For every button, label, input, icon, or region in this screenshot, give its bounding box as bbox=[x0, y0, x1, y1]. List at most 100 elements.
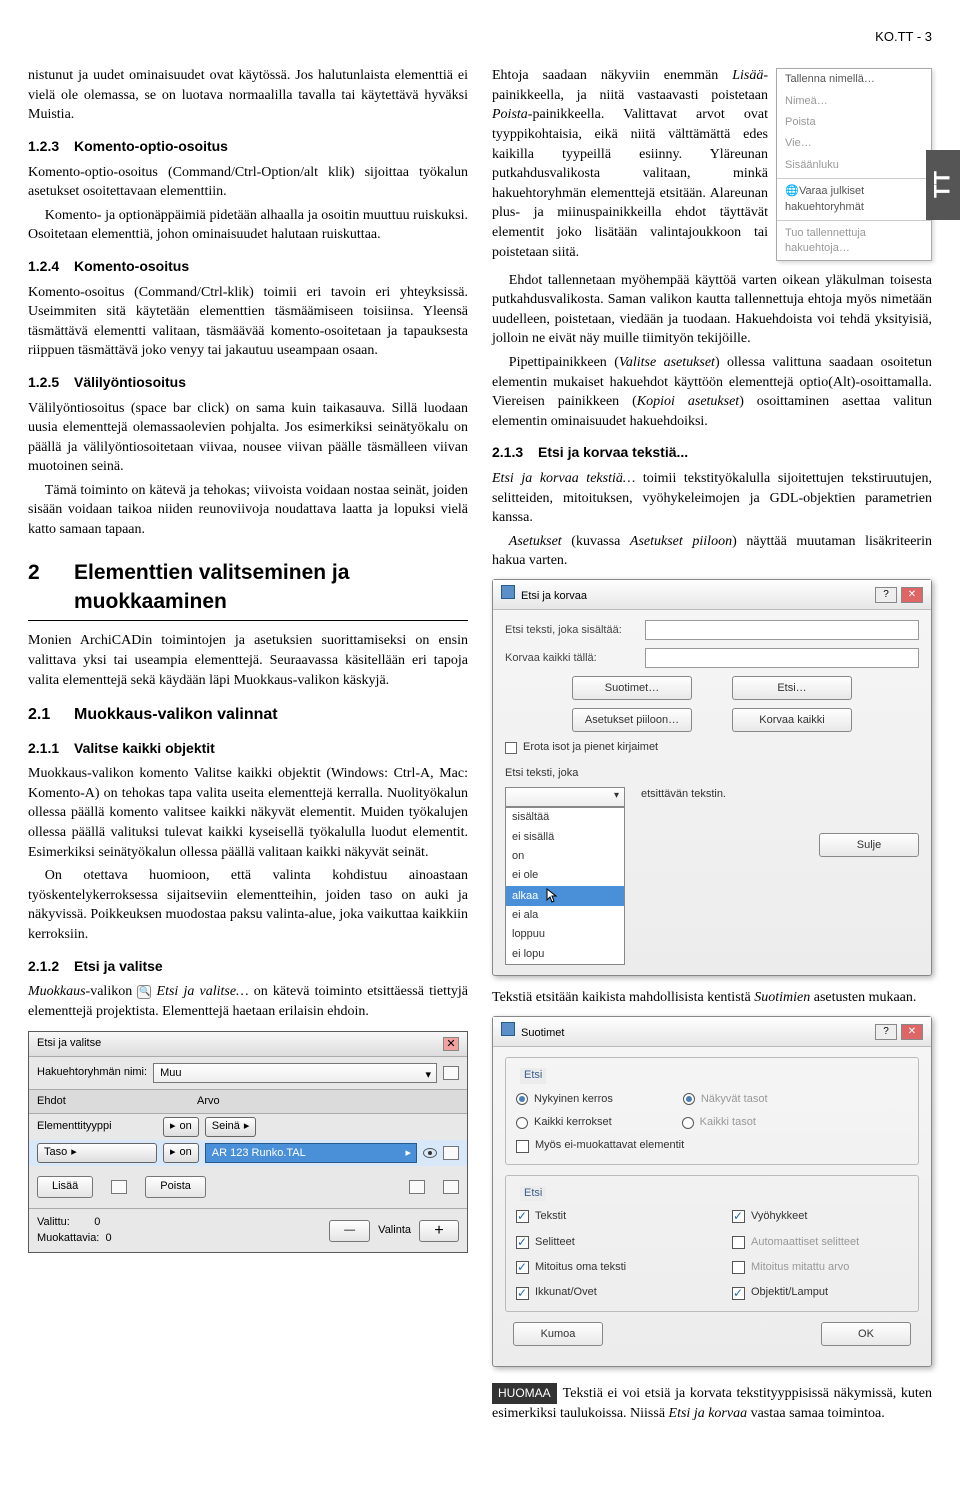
value-cell-2[interactable]: AR 123 Runko.TAL bbox=[205, 1143, 417, 1163]
close-dialog-button[interactable]: Sulje bbox=[819, 833, 919, 857]
add-criteria-button[interactable]: Lisää bbox=[37, 1176, 93, 1198]
cb-ikkunat[interactable]: Ikkunat/Ovet bbox=[516, 1285, 692, 1300]
value-pill[interactable]: Seinä ▸ bbox=[205, 1117, 257, 1137]
huomaa-p: HUOMAATekstiä ei voi etsiä ja korvata te… bbox=[492, 1383, 932, 1423]
plus-button[interactable]: + bbox=[419, 1220, 459, 1242]
menu-reserve[interactable]: 🌐Varaa julkiset hakuehtoryhmät bbox=[777, 181, 931, 218]
criteria-row-2[interactable]: Taso ▸ ▸ on AR 123 Runko.TAL bbox=[29, 1140, 467, 1166]
p-125b: Tämä toiminto on kätevä ja tehokas; viiv… bbox=[28, 481, 468, 540]
p-2: Monien ArchiCADin toimintojen ja asetuks… bbox=[28, 631, 468, 690]
criteria-popup-menu: Tallenna nimellä… Nimeä… Poista Vie… Sis… bbox=[776, 68, 932, 261]
dropdown-menu-icon[interactable] bbox=[443, 1066, 459, 1080]
cb-mitattu: Mitoitus mitattu arvo bbox=[732, 1260, 908, 1275]
criteria-row-1: Elementtityyppi ▸ on Seinä ▸ bbox=[29, 1114, 467, 1140]
opt-loppuu[interactable]: loppuu bbox=[506, 925, 624, 944]
cancel-button[interactable]: Kumoa bbox=[513, 1322, 603, 1346]
opt-on[interactable]: on bbox=[506, 847, 624, 866]
filters-title: Suotimet bbox=[521, 1027, 564, 1039]
heading-2: 2 Elementtien valitseminen ja muokkaamin… bbox=[28, 558, 468, 617]
filters-button[interactable]: Suotimet… bbox=[572, 676, 692, 700]
p-r3: Pipettipainikkeen (Valitse asetukset) ol… bbox=[492, 353, 932, 431]
palette-title: Etsi ja valitse bbox=[37, 1036, 101, 1051]
eye-icon[interactable] bbox=[423, 1148, 437, 1158]
find-button[interactable]: Etsi… bbox=[732, 676, 852, 700]
close-button[interactable]: ✕ bbox=[901, 587, 923, 603]
side-tab: TT bbox=[926, 150, 960, 220]
menu-rename: Nimeä… bbox=[777, 91, 931, 112]
menu-save-as[interactable]: Tallenna nimellä… bbox=[777, 69, 931, 90]
close-button[interactable]: ✕ bbox=[901, 1024, 923, 1040]
cb-noneditable[interactable]: Myös ei-muokattavat elementit bbox=[516, 1138, 908, 1153]
p-123a: Komento-optio-osoitus (Command/Ctrl-Opti… bbox=[28, 163, 468, 202]
opt-ei-ala[interactable]: ei ala bbox=[506, 906, 624, 925]
cb-objektit[interactable]: Objektit/Lamput bbox=[732, 1285, 908, 1300]
menu-delete: Poista bbox=[777, 112, 931, 133]
group-label: Hakuehtoryhmän nimi: bbox=[37, 1065, 147, 1080]
right-column: Tallenna nimellä… Nimeä… Poista Vie… Sis… bbox=[492, 66, 932, 1427]
opt-ei-lopu[interactable]: ei lopu bbox=[506, 945, 624, 964]
group1-legend: Etsi bbox=[520, 1068, 546, 1083]
group2-legend: Etsi bbox=[520, 1186, 546, 1201]
cb-auto: Automaattiset selitteet bbox=[732, 1235, 908, 1250]
match-dropdown[interactable] bbox=[505, 787, 625, 807]
cb-vyohykkeet[interactable]: Vyöhykkeet bbox=[732, 1209, 908, 1224]
add-dropdown-icon[interactable] bbox=[111, 1180, 127, 1194]
syringe-icon[interactable] bbox=[443, 1180, 459, 1194]
radio-all-layers: Kaikki tasot bbox=[682, 1115, 756, 1130]
left-column: nistunut ja uudet ominaisuudet ovat käyt… bbox=[28, 66, 468, 1427]
find-input[interactable] bbox=[645, 620, 919, 640]
opt-ei-ole[interactable]: ei ole bbox=[506, 866, 624, 885]
op-pill[interactable]: ▸ on bbox=[163, 1117, 199, 1137]
layer-picker-icon[interactable] bbox=[443, 1146, 459, 1160]
dialog-icon bbox=[501, 585, 515, 599]
minus-button[interactable]: — bbox=[329, 1220, 370, 1242]
page-header: KO.TT - 3 bbox=[28, 28, 932, 46]
selection-stats: Valittu: 0 Muokattavia: 0 bbox=[37, 1215, 112, 1246]
cb-selitteet[interactable]: Selitteet bbox=[516, 1235, 692, 1250]
opt-alkaa[interactable]: alkaa bbox=[506, 886, 624, 906]
heading-212: 2.1.2Etsi ja valitse bbox=[28, 957, 468, 977]
cb-mitoitus[interactable]: Mitoitus oma teksti bbox=[516, 1260, 692, 1275]
p-124: Komento-osoitus (Command/Ctrl-klik) toim… bbox=[28, 283, 468, 361]
heading-21: 2.1Muokkaus-valikon valinnat bbox=[28, 704, 468, 726]
case-checkbox[interactable] bbox=[505, 742, 517, 754]
find-label: Etsi teksti, joka sisältää: bbox=[505, 623, 645, 638]
p-r2: Ehdot tallennetaan myöhempää käyttöä var… bbox=[492, 271, 932, 349]
cursor-icon bbox=[546, 888, 558, 904]
note-badge: HUOMAA bbox=[492, 1383, 557, 1404]
ok-button[interactable]: OK bbox=[821, 1322, 911, 1346]
match-dropdown-list[interactable]: sisältää ei sisällä on ei ole alkaa ei a… bbox=[505, 807, 625, 965]
replace-input[interactable] bbox=[645, 648, 919, 668]
menu-export: Vie… bbox=[777, 133, 931, 154]
radio-visible-layers: Näkyvät tasot bbox=[683, 1092, 768, 1107]
dialog-title: Etsi ja korvaa bbox=[521, 590, 587, 602]
help-button[interactable]: ? bbox=[875, 587, 897, 603]
p-after-d1: Tekstiä etsitään kaikista mahdollisista … bbox=[492, 988, 932, 1008]
find-select-palette: Etsi ja valitse ✕ Hakuehtoryhmän nimi: M… bbox=[28, 1031, 468, 1253]
radio-all-stories[interactable]: Kaikki kerrokset bbox=[516, 1115, 612, 1130]
menu-bring: Tuo tallennettuja hakuehtoja… bbox=[777, 223, 931, 260]
replace-label: Korvaa kaikki tällä: bbox=[505, 651, 645, 666]
palette-close-button[interactable]: ✕ bbox=[443, 1037, 459, 1051]
opt-sisaltaa[interactable]: sisältää bbox=[506, 808, 624, 827]
opt-ei-sisalla[interactable]: ei sisällä bbox=[506, 828, 624, 847]
heading-123: 1.2.3Komento-optio-osoitus bbox=[28, 137, 468, 157]
radio-current[interactable]: Nykyinen kerros bbox=[516, 1092, 613, 1107]
remove-criteria-button[interactable]: Poista bbox=[145, 1176, 206, 1198]
find-select-icon bbox=[137, 985, 151, 999]
p-123b: Komento- ja optionäppäimiä pidetään alha… bbox=[28, 206, 468, 245]
after-dropdown-label: etsittävän tekstin. bbox=[641, 788, 726, 800]
cb-tekstit[interactable]: Tekstit bbox=[516, 1209, 692, 1224]
divider bbox=[28, 620, 468, 621]
eyedropper-icon[interactable] bbox=[409, 1180, 425, 1194]
group-select[interactable]: Muu bbox=[153, 1063, 437, 1083]
heading-124: 1.2.4Komento-osoitus bbox=[28, 257, 468, 277]
op-pill-2[interactable]: ▸ on bbox=[163, 1143, 199, 1163]
hide-settings-button[interactable]: Asetukset piiloon… bbox=[572, 708, 692, 732]
help-button[interactable]: ? bbox=[875, 1024, 897, 1040]
find-that-label: Etsi teksti, joka bbox=[505, 766, 919, 781]
heading-125: 1.2.5Välilyöntiosoitus bbox=[28, 373, 468, 393]
criteria-header: Ehdot Arvo bbox=[29, 1089, 467, 1114]
criteria-type[interactable]: Taso ▸ bbox=[37, 1143, 157, 1163]
replace-all-button[interactable]: Korvaa kaikki bbox=[732, 708, 852, 732]
